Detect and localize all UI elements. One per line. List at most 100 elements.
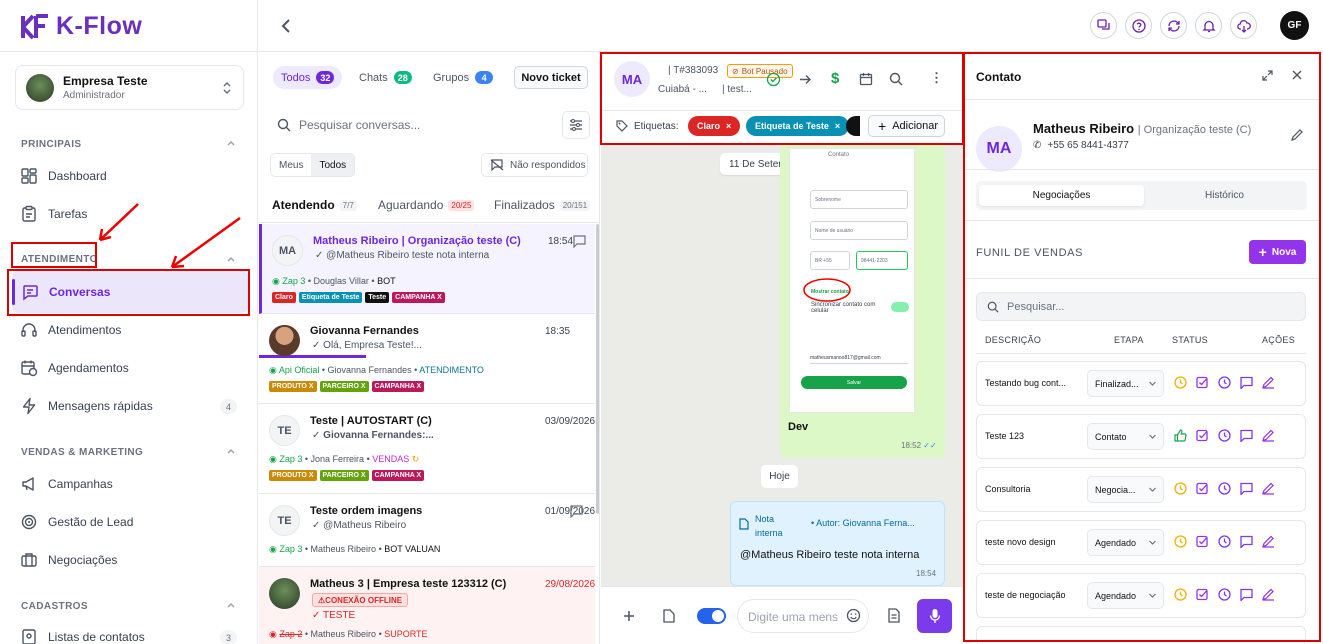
- schedule-clock-icon[interactable]: [1218, 482, 1231, 495]
- list-item[interactable]: TE Teste | AUTOSTART (C) 03/09/2026 ✓ Gi…: [259, 404, 595, 494]
- pending-clock-icon[interactable]: [1174, 535, 1187, 548]
- sidebar-item-negociacoes[interactable]: Negociações: [20, 551, 117, 569]
- sidebar-item-mensagens-rapidas[interactable]: Mensagens rápidas: [20, 397, 153, 415]
- chevron-up-icon[interactable]: [226, 138, 236, 148]
- file-icon[interactable]: [663, 609, 675, 623]
- edit-icon[interactable]: [1262, 588, 1275, 601]
- tab-finalizados[interactable]: Finalizados 20/151: [494, 198, 591, 212]
- sidebar-item-agendamentos[interactable]: Agendamentos: [20, 359, 129, 377]
- chat-bubbles-button[interactable]: [1090, 12, 1117, 39]
- close-icon[interactable]: [1292, 70, 1302, 80]
- emoji-icon[interactable]: [846, 608, 861, 623]
- sidebar-item-campanhas[interactable]: Campanhas: [20, 475, 113, 493]
- thumbs-up-icon[interactable]: [1174, 429, 1187, 442]
- task-check-icon[interactable]: [1196, 588, 1209, 601]
- chat-avatar[interactable]: MA: [614, 61, 650, 97]
- list-item[interactable]: Giovanna Fernandes 18:35 ✓ Olá, Empresa …: [259, 314, 595, 404]
- edit-icon[interactable]: [1262, 535, 1275, 548]
- edit-icon[interactable]: [1291, 129, 1303, 141]
- user-avatar[interactable]: GF: [1280, 11, 1309, 40]
- calendar-icon[interactable]: [859, 72, 873, 86]
- scrollbar[interactable]: [596, 224, 599, 514]
- logo[interactable]: K-Flow: [20, 12, 142, 41]
- more-options-icon[interactable]: ⋮: [930, 70, 943, 86]
- task-check-icon[interactable]: [1196, 376, 1209, 389]
- chevron-up-icon[interactable]: [226, 600, 236, 610]
- edit-icon[interactable]: [1262, 376, 1275, 389]
- schedule-clock-icon[interactable]: [1218, 429, 1231, 442]
- new-deal-button[interactable]: + Nova: [1249, 240, 1306, 264]
- search-icon[interactable]: [889, 72, 903, 86]
- list-item[interactable]: MA Matheus Ribeiro | Organização teste (…: [259, 224, 595, 314]
- seg-meus[interactable]: Meus: [271, 154, 311, 176]
- stage-select[interactable]: Finalizad...: [1087, 370, 1164, 397]
- comment-icon[interactable]: [573, 235, 586, 248]
- message-image[interactable]: Contato Sobrenome Nome de usuário BR +55…: [789, 148, 915, 413]
- pending-clock-icon[interactable]: [1174, 588, 1187, 601]
- table-row[interactable]: Teste 123 Contato: [976, 414, 1306, 459]
- seg-todos[interactable]: Todos: [311, 154, 355, 176]
- message-icon[interactable]: [1240, 482, 1253, 495]
- stage-select[interactable]: Negocia...: [1087, 476, 1164, 503]
- table-row[interactable]: Testando bug cont... Finalizad...: [976, 361, 1306, 406]
- company-switcher[interactable]: Empresa Teste Administrador: [15, 65, 244, 110]
- list-item[interactable]: TE Teste ordem imagens 01/09/2026 ✓ @Mat…: [259, 494, 595, 567]
- no-reply-filter[interactable]: Não respondidos: [481, 153, 588, 177]
- table-row[interactable]: [976, 626, 1306, 644]
- pending-clock-icon[interactable]: [1174, 376, 1187, 389]
- message-icon[interactable]: [1240, 588, 1253, 601]
- stage-select[interactable]: Contato: [1087, 423, 1164, 450]
- task-check-icon[interactable]: [1196, 482, 1209, 495]
- tab-atendendo[interactable]: Atendendo 7/7: [272, 198, 357, 212]
- schedule-clock-icon[interactable]: [1218, 535, 1231, 548]
- image-message[interactable]: Contato Sobrenome Nome de usuário BR +55…: [780, 144, 945, 458]
- resolve-icon[interactable]: [766, 72, 781, 87]
- comment-icon[interactable]: [570, 505, 583, 518]
- edit-icon[interactable]: [1262, 429, 1275, 442]
- deal-search-input[interactable]: Pesquisar...: [976, 292, 1306, 321]
- schedule-clock-icon[interactable]: [1218, 588, 1231, 601]
- help-button[interactable]: [1125, 12, 1152, 39]
- new-ticket-button[interactable]: Novo ticket: [514, 66, 588, 89]
- table-row[interactable]: teste de negociação Agendado: [976, 573, 1306, 618]
- signature-toggle[interactable]: [697, 608, 726, 624]
- dollar-icon[interactable]: $: [831, 70, 839, 87]
- close-icon[interactable]: ×: [726, 121, 731, 131]
- task-check-icon[interactable]: [1196, 429, 1209, 442]
- tag-chip[interactable]: Etiqueta de Teste ×: [746, 116, 850, 136]
- table-row[interactable]: teste novo design Agendado: [976, 520, 1306, 565]
- filter-button[interactable]: [562, 111, 590, 139]
- message-icon[interactable]: [1240, 376, 1253, 389]
- download-button[interactable]: [1230, 12, 1257, 39]
- tab-negociacoes[interactable]: Negociações: [979, 185, 1144, 206]
- transfer-icon[interactable]: [798, 72, 813, 87]
- tag-chip[interactable]: Claro ×: [688, 116, 741, 136]
- chevron-left-icon[interactable]: [279, 17, 293, 35]
- message-icon[interactable]: [1240, 429, 1253, 442]
- edit-icon[interactable]: [1262, 482, 1275, 495]
- stage-select[interactable]: Agendado: [1087, 582, 1164, 609]
- tab-todos[interactable]: Todos 32: [273, 66, 343, 89]
- record-audio-button[interactable]: [917, 599, 952, 633]
- refresh-button[interactable]: [1160, 12, 1187, 39]
- sidebar-item-listas-de-contatos[interactable]: Listas de contatos: [20, 628, 145, 644]
- message-icon[interactable]: [1240, 535, 1253, 548]
- pending-clock-icon[interactable]: [1174, 482, 1187, 495]
- sidebar-item-atendimentos[interactable]: Atendimentos: [20, 321, 121, 339]
- list-item[interactable]: Matheus 3 | Empresa teste 123312 (C) 29/…: [259, 567, 595, 644]
- plus-icon[interactable]: [622, 609, 636, 623]
- close-icon[interactable]: ×: [835, 121, 840, 131]
- tab-historico[interactable]: Histórico: [1142, 185, 1307, 206]
- tab-aguardando[interactable]: Aguardando 20/25: [378, 198, 475, 212]
- schedule-clock-icon[interactable]: [1218, 376, 1231, 389]
- stage-select[interactable]: Agendado: [1087, 529, 1164, 556]
- notifications-button[interactable]: [1195, 12, 1222, 39]
- expand-icon[interactable]: [1262, 70, 1273, 81]
- tab-grupos[interactable]: Grupos 4: [425, 66, 501, 89]
- document-icon[interactable]: [888, 608, 900, 623]
- search-input[interactable]: Pesquisar conversas...: [271, 110, 555, 140]
- chevron-up-icon[interactable]: [226, 446, 236, 456]
- tab-chats[interactable]: Chats 28: [351, 66, 420, 89]
- sidebar-item-dashboard[interactable]: Dashboard: [20, 167, 107, 185]
- sidebar-item-conversas[interactable]: Conversas: [12, 271, 248, 313]
